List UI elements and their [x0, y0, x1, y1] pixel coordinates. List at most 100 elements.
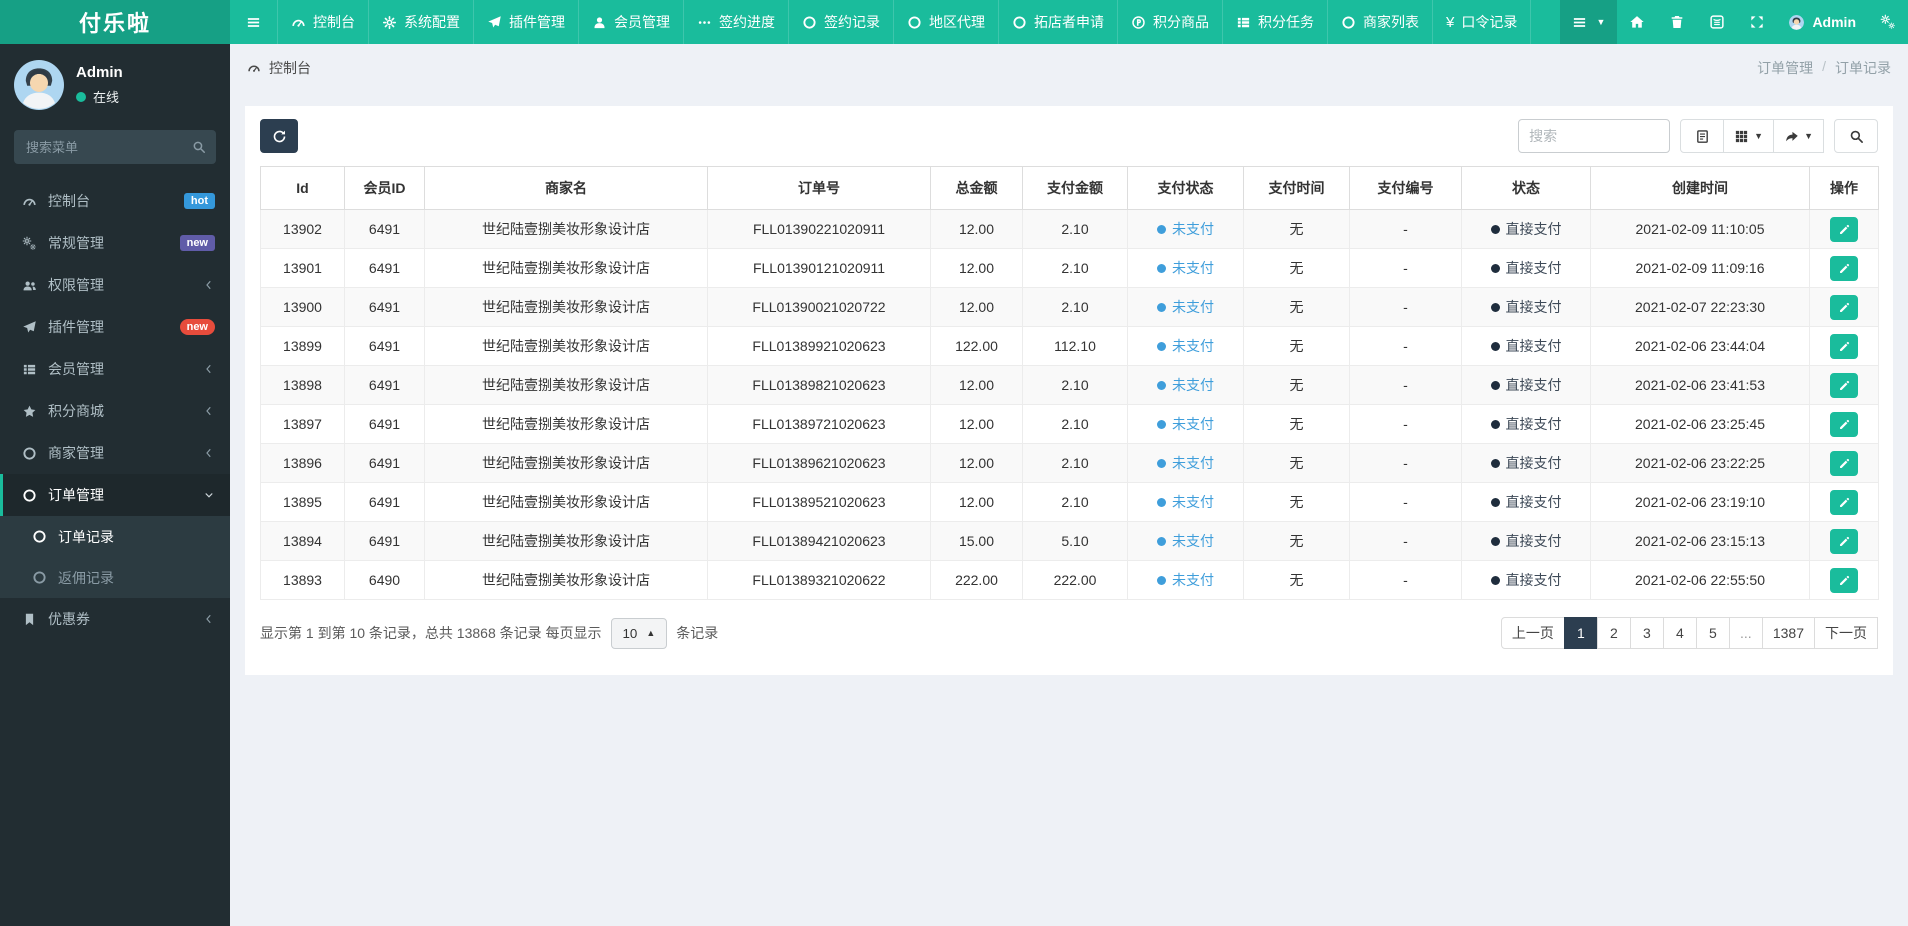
refresh-button[interactable]: [260, 119, 298, 153]
sidebar-item[interactable]: 常规管理 new: [0, 222, 230, 264]
navbar-menu-item[interactable]: 签约记录: [789, 0, 894, 44]
page-button[interactable]: 上一页: [1500, 617, 1565, 649]
sidebar-item[interactable]: 订单记录: [0, 516, 230, 557]
sidebar-item[interactable]: 积分商城: [0, 390, 230, 432]
page-button[interactable]: 4: [1662, 617, 1697, 649]
navbar-menu-item[interactable]: 会员管理: [579, 0, 684, 44]
cell-total: 12.00: [930, 287, 1023, 327]
home-icon: [1629, 14, 1645, 30]
cell-pay-time: 无: [1243, 287, 1350, 327]
navbar-menu-item[interactable]: 拓店者申请: [999, 0, 1118, 44]
status-dot-icon: [1157, 303, 1166, 312]
navbar-icon-button[interactable]: [1737, 0, 1777, 44]
view-toggle-button[interactable]: [1680, 119, 1725, 153]
cogs-icon: [20, 236, 38, 251]
cell-merchant: 世纪陆壹捌美妆形象设计店: [424, 287, 708, 327]
column-header[interactable]: 支付时间: [1243, 166, 1350, 210]
toolbar-right: ▼ ▼: [1518, 119, 1878, 153]
edit-button[interactable]: [1830, 489, 1858, 515]
table-search-input[interactable]: [1518, 119, 1671, 153]
column-header[interactable]: 支付状态: [1127, 166, 1244, 210]
cell-pay-status: 未支付: [1127, 404, 1244, 444]
navbar-menu-item[interactable]: ¥ 口令记录: [1433, 0, 1532, 44]
page-button[interactable]: ...: [1728, 617, 1763, 649]
cell-merchant: 世纪陆壹捌美妆形象设计店: [424, 326, 708, 366]
settings-button[interactable]: [1868, 0, 1908, 44]
breadcrumb-item[interactable]: 订单记录: [1835, 58, 1891, 78]
cell-pay-no: -: [1349, 560, 1462, 600]
navbar-icon-button[interactable]: [1657, 0, 1697, 44]
page-button[interactable]: 5: [1695, 617, 1730, 649]
navbar-icon-button[interactable]: [1617, 0, 1657, 44]
column-header[interactable]: Id: [260, 166, 345, 210]
sidebar-item[interactable]: 权限管理: [0, 264, 230, 306]
page-button[interactable]: 1387: [1761, 617, 1815, 649]
edit-button[interactable]: [1830, 333, 1858, 359]
navbar-menu-item[interactable]: 签约进度: [684, 0, 789, 44]
pencil-icon: [1838, 301, 1851, 314]
sidebar-item[interactable]: 控制台 hot: [0, 180, 230, 222]
cell-pay-no: -: [1349, 287, 1462, 327]
cell-created: 2021-02-06 23:22:25: [1590, 443, 1810, 483]
sidebar-item[interactable]: 订单管理: [0, 474, 230, 516]
navbar-menu-item[interactable]: 积分任务: [1223, 0, 1328, 44]
column-header[interactable]: 商家名: [424, 166, 708, 210]
navbar-menu-item[interactable]: 积分商品: [1118, 0, 1223, 44]
sidebar-item[interactable]: 插件管理 new: [0, 306, 230, 348]
edit-button[interactable]: [1830, 216, 1858, 242]
cell-total: 122.00: [930, 326, 1023, 366]
navbar-icon-button[interactable]: [1697, 0, 1737, 44]
cell-id: 13898: [260, 365, 345, 405]
edit-button[interactable]: [1830, 411, 1858, 437]
edit-button[interactable]: [1830, 450, 1858, 476]
column-header[interactable]: 总金额: [930, 166, 1023, 210]
sidebar-item[interactable]: 商家管理: [0, 432, 230, 474]
brand-logo[interactable]: 付乐啦: [0, 0, 230, 44]
column-header[interactable]: 支付编号: [1349, 166, 1462, 210]
column-header[interactable]: 会员ID: [344, 166, 425, 210]
navbar-menu-item[interactable]: 地区代理: [894, 0, 999, 44]
user-menu[interactable]: Admin: [1777, 0, 1868, 44]
edit-button[interactable]: [1830, 372, 1858, 398]
view-toggle-button[interactable]: ▼: [1773, 119, 1824, 153]
column-header[interactable]: 操作: [1809, 166, 1879, 210]
sidebar-item[interactable]: 优惠券: [0, 598, 230, 640]
page-size-select[interactable]: 10 ▲: [610, 617, 668, 649]
cell-merchant: 世纪陆壹捌美妆形象设计店: [424, 560, 708, 600]
view-toggle-button[interactable]: ▼: [1723, 119, 1775, 153]
sidebar-item[interactable]: 返佣记录: [0, 557, 230, 598]
navbar-menu-item[interactable]: 商家列表: [1328, 0, 1433, 44]
page-button[interactable]: 1: [1563, 617, 1598, 649]
sidebar-user-panel: Admin 在线: [0, 44, 230, 120]
menu-dropdown-button[interactable]: ▼: [1559, 0, 1618, 44]
status-dot-icon: [1490, 303, 1500, 312]
cell-pay-status: 未支付: [1127, 287, 1244, 327]
top-navbar: 付乐啦 控制台 系统配置 插件管理 会员管理 签约进度 签约记录 地区代理 拓店…: [0, 0, 1908, 44]
tachometer-icon: [247, 61, 261, 75]
sidebar-toggle-button[interactable]: [230, 0, 278, 44]
page-button[interactable]: 3: [1629, 617, 1664, 649]
sidebar-search-input[interactable]: [14, 130, 216, 164]
status-dot-icon: [1157, 381, 1166, 390]
column-header[interactable]: 支付金额: [1022, 166, 1128, 210]
search-icon[interactable]: [192, 140, 206, 154]
status-dot-icon: [1157, 264, 1166, 273]
column-header[interactable]: 订单号: [707, 166, 931, 210]
sidebar-item[interactable]: 会员管理: [0, 348, 230, 390]
breadcrumb-item[interactable]: 订单管理: [1757, 58, 1813, 78]
navbar-menu-item[interactable]: 控制台: [278, 0, 369, 44]
page-button[interactable]: 2: [1596, 617, 1631, 649]
edit-button[interactable]: [1830, 528, 1858, 554]
column-header[interactable]: 状态: [1461, 166, 1591, 210]
status-dot-icon: [1490, 459, 1500, 468]
cell-merchant: 世纪陆壹捌美妆形象设计店: [424, 443, 708, 483]
column-header[interactable]: 创建时间: [1590, 166, 1810, 210]
pencil-icon: [1838, 457, 1851, 470]
search-button[interactable]: [1834, 119, 1878, 153]
edit-button[interactable]: [1830, 567, 1858, 593]
edit-button[interactable]: [1830, 294, 1858, 320]
edit-button[interactable]: [1830, 255, 1858, 281]
page-button[interactable]: 下一页: [1814, 617, 1878, 649]
navbar-menu-item[interactable]: 插件管理: [474, 0, 579, 44]
navbar-menu-item[interactable]: 系统配置: [369, 0, 474, 44]
